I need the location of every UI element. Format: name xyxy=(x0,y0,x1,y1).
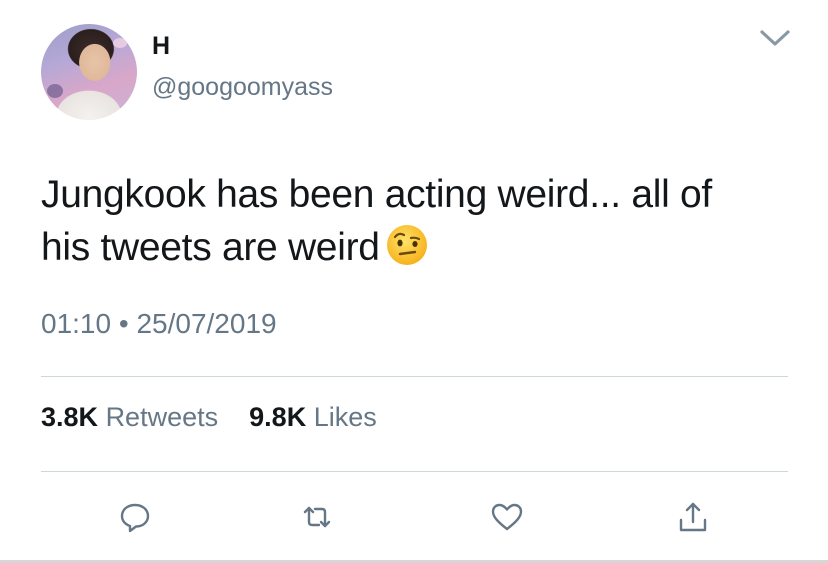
share-icon[interactable] xyxy=(676,500,710,534)
tweet-text: Jungkook has been acting weird... all of… xyxy=(41,168,801,274)
tweet-text-line: Jungkook has been acting weird... all of xyxy=(41,173,712,216)
likes-count: 9.8K xyxy=(249,402,307,432)
retweets-count: 3.8K xyxy=(41,402,99,432)
raised-eyebrow-emoji-icon xyxy=(386,225,427,265)
tweet-text-line: his tweets are weird xyxy=(41,226,380,269)
timestamp-separator: • xyxy=(118,308,129,339)
username-handle[interactable]: @googoomyass xyxy=(152,73,333,102)
divider xyxy=(41,471,788,472)
heart-icon[interactable] xyxy=(490,500,524,534)
display-name[interactable]: H xyxy=(152,32,170,61)
avatar-detail xyxy=(47,84,63,98)
tweet-date: 25/07/2019 xyxy=(136,308,277,339)
tweet-text-line-with-emoji: his tweets are weird xyxy=(41,221,801,274)
avatar[interactable] xyxy=(41,24,137,120)
avatar-detail xyxy=(113,38,127,48)
divider xyxy=(41,376,788,377)
retweet-icon[interactable] xyxy=(300,500,334,534)
likes-label: Likes xyxy=(313,402,377,432)
reply-icon[interactable] xyxy=(118,500,152,534)
likes-stat[interactable]: 9.8K Likes xyxy=(242,402,377,432)
chevron-down-icon[interactable] xyxy=(758,26,792,50)
tweet-timestamp[interactable]: 01:10 • 25/07/2019 xyxy=(41,308,277,340)
engagement-stats: 3.8K Retweets 9.8K Likes xyxy=(41,402,377,433)
retweets-stat[interactable]: 3.8K Retweets xyxy=(41,402,226,432)
tweet-time: 01:10 xyxy=(41,308,112,339)
retweets-label: Retweets xyxy=(105,402,219,432)
